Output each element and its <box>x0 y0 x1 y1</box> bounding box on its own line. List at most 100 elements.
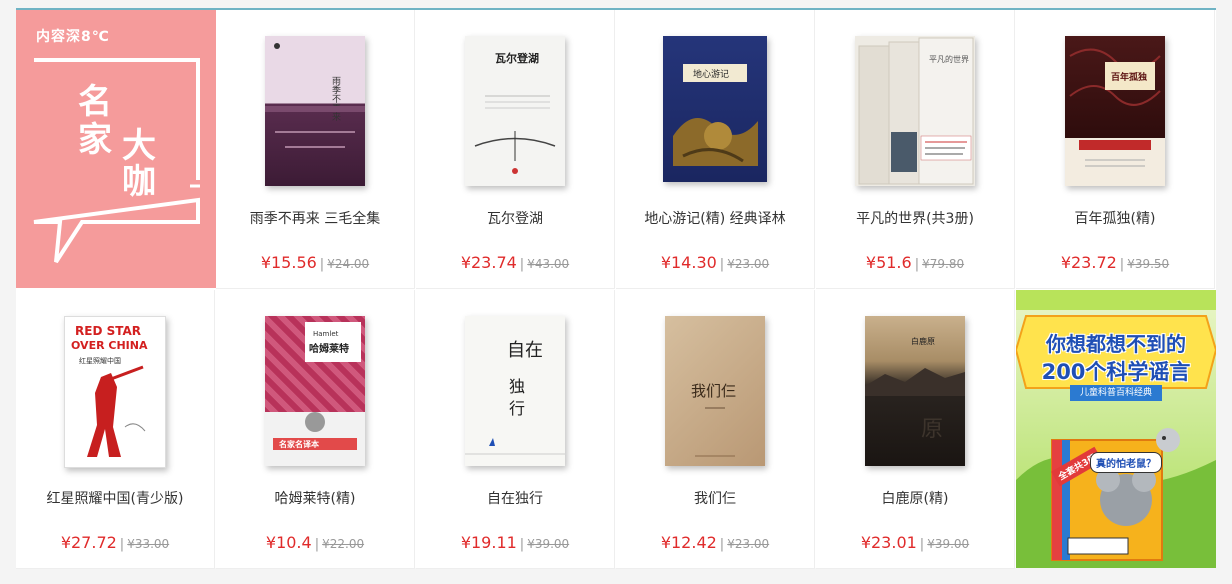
book-original-price: ¥33.00 <box>127 537 170 551</box>
book-price: ¥27.72 <box>60 533 117 552</box>
science-rumors-ad-banner[interactable]: 你想都想不到的 200个科学谣言 儿童科普百科经典 全套共3册 真的怕老鼠？ <box>1016 290 1216 568</box>
book-price: ¥12.42 <box>660 533 717 552</box>
book-title[interactable]: 地心游记(精) 经典译林 <box>616 208 814 228</box>
promo-banner[interactable]: 内容深8℃ 名 家 大 咖 <box>16 10 216 288</box>
page-scrollbar-track[interactable] <box>1218 0 1232 584</box>
book-title[interactable]: 白鹿原(精) <box>816 488 1014 508</box>
book-cover[interactable]: 白鹿原 原 <box>865 316 965 466</box>
ad-headline-line2: 200个科学谣言 <box>1041 360 1191 384</box>
book-cover-art: 雨季不再来 <box>265 43 365 148</box>
book-cover[interactable]: 平凡的世界 <box>855 36 975 186</box>
book-original-price: ¥24.00 <box>327 257 370 271</box>
book-price: ¥23.72 <box>1060 253 1117 272</box>
book-title[interactable]: 自在独行 <box>416 488 614 508</box>
svg-text:RED STAR: RED STAR <box>75 324 141 338</box>
book-cover[interactable]: 雨季不再来 <box>265 36 365 186</box>
svg-text:独: 独 <box>509 377 525 396</box>
book-prices: ¥23.72 | ¥39.50 <box>1016 253 1214 272</box>
book-title[interactable]: 百年孤独(精) <box>1016 208 1214 228</box>
book-price: ¥51.6 <box>865 253 912 272</box>
svg-text:名家名译本: 名家名译本 <box>279 439 319 449</box>
svg-text:OVER CHINA: OVER CHINA <box>71 339 148 352</box>
book-card[interactable]: 瓦尔登湖 瓦尔登湖 ¥23.74 | ¥43.00 <box>416 10 615 289</box>
book-card[interactable]: Hamlet 哈姆莱特 名家名译本 哈姆莱特(精) ¥10.4 | ¥22.00 <box>216 290 415 569</box>
book-cover[interactable]: 地心游记 <box>663 36 767 182</box>
svg-text:哈姆莱特: 哈姆莱特 <box>309 342 349 355</box>
book-card[interactable]: 平凡的世界 平凡的世界(共3册) ¥51.6 | ¥79.80 <box>816 10 1015 289</box>
svg-text:红星照耀中国: 红星照耀中国 <box>79 356 121 365</box>
book-prices: ¥23.74 | ¥43.00 <box>416 253 614 272</box>
book-price: ¥15.56 <box>260 253 317 272</box>
ad-subtitle: 儿童科普百科经典 <box>1070 385 1162 401</box>
svg-text:雨季不再来: 雨季不再来 <box>330 76 341 122</box>
book-price: ¥14.30 <box>660 253 717 272</box>
book-cover[interactable]: 百年孤独 <box>1065 36 1165 186</box>
svg-text:Hamlet: Hamlet <box>313 330 339 338</box>
book-title[interactable]: 平凡的世界(共3册) <box>816 208 1014 228</box>
price-separator: | <box>719 537 725 552</box>
book-cover-art: 地心游记 <box>673 64 758 166</box>
book-title[interactable]: 哈姆莱特(精) <box>216 488 414 508</box>
promo-title-char-4: 咖 <box>122 162 156 202</box>
book-original-price: ¥39.00 <box>527 537 570 551</box>
book-cover-art: 自在 独 行 <box>465 340 565 455</box>
book-original-price: ¥22.00 <box>322 537 365 551</box>
book-price: ¥10.4 <box>265 533 312 552</box>
book-prices: ¥10.4 | ¥22.00 <box>216 533 414 552</box>
book-original-price: ¥23.00 <box>727 257 770 271</box>
book-card[interactable]: 自在 独 行 自在独行 ¥19.11 | ¥39.00 <box>416 290 615 569</box>
book-title[interactable]: 雨季不再来 三毛全集 <box>216 208 414 228</box>
svg-text:瓦尔登湖: 瓦尔登湖 <box>495 51 539 65</box>
book-cover[interactable]: 瓦尔登湖 <box>465 36 565 186</box>
book-cover[interactable]: RED STAR OVER CHINA 红星照耀中国 <box>64 316 166 468</box>
book-card[interactable]: 地心游记 地心游记(精) 经典译林 ¥14.30 | ¥23.00 <box>616 10 815 289</box>
book-cover-art: 百年孤独 <box>1069 48 1161 167</box>
book-original-price: ¥79.80 <box>922 257 965 271</box>
book-cover-art: RED STAR OVER CHINA 红星照耀中国 <box>71 324 148 457</box>
price-separator: | <box>319 257 325 272</box>
book-original-price: ¥23.00 <box>727 537 770 551</box>
speech-bubble-icon <box>33 58 200 264</box>
svg-text:我们仨: 我们仨 <box>691 382 736 400</box>
svg-text:原: 原 <box>921 417 943 442</box>
svg-text:平凡的世界: 平凡的世界 <box>929 54 969 64</box>
book-title[interactable]: 我们仨 <box>616 488 814 508</box>
price-separator: | <box>519 257 525 272</box>
book-prices: ¥19.11 | ¥39.00 <box>416 533 614 552</box>
book-original-price: ¥43.00 <box>527 257 570 271</box>
book-original-price: ¥39.50 <box>1127 257 1170 271</box>
book-card[interactable]: 我们仨 我们仨 ¥12.42 | ¥23.00 <box>616 290 815 569</box>
book-cover-art: Hamlet 哈姆莱特 名家名译本 <box>265 322 365 466</box>
svg-text:百年孤独: 百年孤独 <box>1111 71 1147 83</box>
ad-headline-line1: 你想都想不到的 <box>1046 332 1186 356</box>
book-prices: ¥14.30 | ¥23.00 <box>616 253 814 272</box>
book-title[interactable]: 瓦尔登湖 <box>416 208 614 228</box>
svg-text:自在: 自在 <box>507 340 543 361</box>
book-card[interactable]: 雨季不再来 雨季不再来 三毛全集 ¥15.56 | ¥24.00 <box>216 10 415 289</box>
book-price: ¥19.11 <box>460 533 517 552</box>
book-title[interactable]: 红星照耀中国(青少版) <box>16 488 214 508</box>
book-card[interactable]: 白鹿原 原 白鹿原(精) ¥23.01 | ¥39.00 <box>816 290 1015 569</box>
svg-text:白鹿原: 白鹿原 <box>911 336 935 346</box>
book-cover[interactable]: 我们仨 <box>665 316 765 466</box>
book-cover[interactable]: Hamlet 哈姆莱特 名家名译本 <box>265 316 365 466</box>
svg-text:行: 行 <box>509 399 525 418</box>
book-cover[interactable]: 自在 独 行 <box>465 316 565 466</box>
book-cover-art: 瓦尔登湖 <box>474 51 556 174</box>
promo-title-char-2: 家 <box>78 120 112 160</box>
price-separator: | <box>519 537 525 552</box>
promo-title-char-3: 大 <box>122 126 156 166</box>
book-prices: ¥23.01 | ¥39.00 <box>816 533 1014 552</box>
book-prices: ¥15.56 | ¥24.00 <box>216 253 414 272</box>
book-recommendation-panel: 内容深8℃ 名 家 大 咖 雨季不再来 雨季不再来 三毛全集 ¥15.56 | ¥2… <box>16 8 1216 569</box>
book-prices: ¥12.42 | ¥23.00 <box>616 533 814 552</box>
book-card[interactable]: 百年孤独 百年孤独(精) ¥23.72 | ¥39.50 <box>1016 10 1215 289</box>
svg-text:地心游记: 地心游记 <box>693 68 729 80</box>
book-price: ¥23.01 <box>860 533 917 552</box>
ad-speech-bubble: 真的怕老鼠？ <box>1090 452 1162 473</box>
price-separator: | <box>1119 257 1125 272</box>
price-separator: | <box>914 257 920 272</box>
price-separator: | <box>919 537 925 552</box>
book-prices: ¥51.6 | ¥79.80 <box>816 253 1014 272</box>
book-card[interactable]: RED STAR OVER CHINA 红星照耀中国 红星照耀中国(青少版) ¥… <box>16 290 215 569</box>
